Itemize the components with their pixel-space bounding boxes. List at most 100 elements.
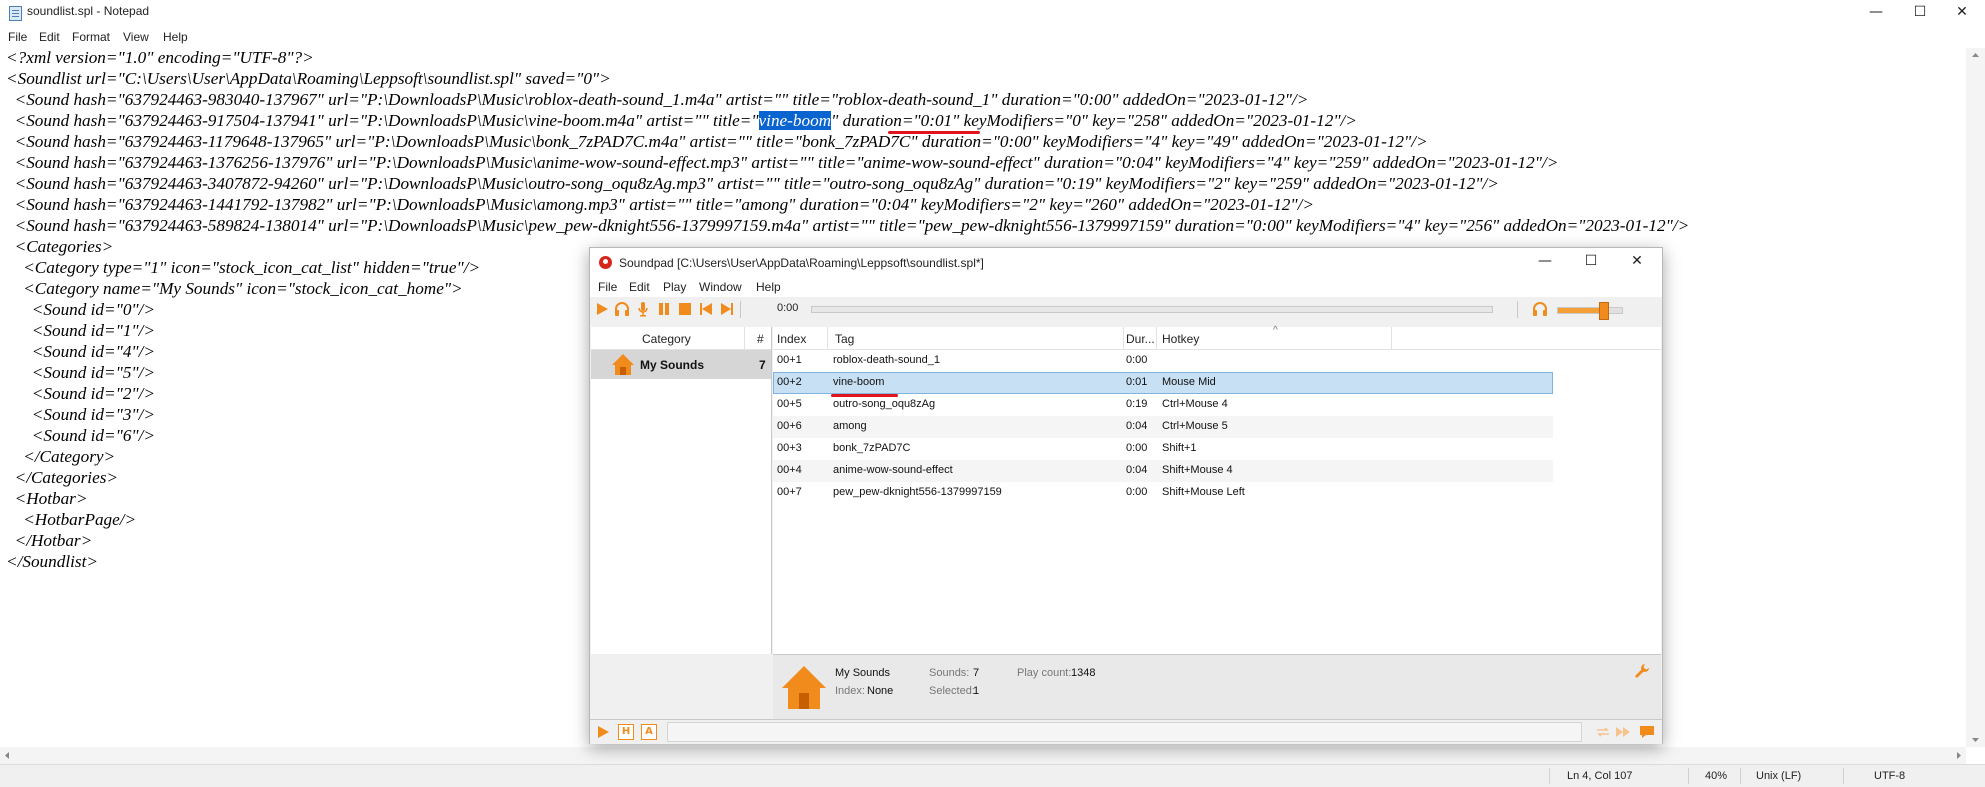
next-icon[interactable] [719,301,735,317]
list-header: Index Tag Dur... Hotkey ^ [773,325,1661,350]
menu-view[interactable]: View [123,30,149,44]
seek-bar[interactable] [811,306,1493,313]
notepad-app-icon [9,6,22,21]
menu-format[interactable]: Format [72,30,110,44]
hscroll-arrows-icon [5,752,1961,759]
sp-menu-window[interactable]: Window [699,280,742,294]
fast-forward-icon[interactable] [1615,724,1631,740]
info-playcount-value: 1348 [1071,667,1096,679]
tag-column-header[interactable]: Tag [835,332,854,346]
hotkey-column-header[interactable]: Hotkey [1162,332,1199,346]
close-button[interactable]: ✕ [1939,0,1985,26]
text-line: <Sound id="6"/> [6,426,156,445]
count-column-header[interactable]: # [757,332,764,346]
category-pane: Category # My Sounds 7 [591,327,772,654]
text-line: <?xml version="1.0" encoding="UTF-8"?> [6,48,314,67]
toolbar-separator [1517,301,1518,318]
text-line: <Sound id="1"/> [6,321,156,340]
menu-edit[interactable]: Edit [39,30,60,44]
volume-headphones-icon[interactable] [1532,301,1548,317]
row-index: 00+6 [777,420,802,432]
row-tag: vine-boom [833,376,885,388]
selected-text[interactable]: vine-boom [758,111,832,130]
row-duration: 0:04 [1126,464,1148,476]
text-line: <Sound hash="637924463-1441792-137982" u… [6,195,1314,214]
table-row[interactable]: 00+6 among 0:04 Ctrl+Mouse 5 [773,416,1553,438]
sp-menu-file[interactable]: File [598,280,617,294]
soundpad-logo-icon [599,256,612,269]
horizontal-scrollbar[interactable] [0,747,1966,764]
table-row-selected[interactable]: 00+2 vine-boom 0:01 Mouse Mid [773,372,1553,394]
text-line: <Sound id="2"/> [6,384,156,403]
text-line: <Sound id="5"/> [6,363,156,382]
minimize-button[interactable]: — [1853,0,1899,26]
sp-menu-help[interactable]: Help [756,280,781,294]
play-icon[interactable] [594,301,610,317]
sp-minimize-button[interactable]: — [1523,250,1567,274]
wrench-icon[interactable] [1634,663,1650,679]
sp-maximize-button[interactable]: ☐ [1569,250,1613,274]
row-hotkey: Ctrl+Mouse 4 [1162,398,1228,410]
bottom-bar: H A [590,719,1662,744]
notepad-titlebar: soundlist.spl - Notepad — ☐ ✕ [0,0,1985,26]
cursor-position: Ln 4, Col 107 [1567,770,1633,782]
text-line: <Categories> [6,237,114,256]
row-tag: among [833,420,867,432]
row-tag: roblox-death-sound_1 [833,354,941,366]
row-duration: 0:04 [1126,420,1148,432]
player-toolbar: 0:00 [590,297,1662,321]
volume-slider[interactable] [1557,302,1623,320]
table-row[interactable]: 00+5 outro-song_oqu8zAg 0:19 Ctrl+Mouse … [773,394,1553,416]
table-row[interactable]: 00+7 pew_pew-dknight556-1379997159 0:00 … [773,482,1553,504]
row-hotkey: Shift+Mouse 4 [1162,464,1233,476]
table-row[interactable]: 00+1 roblox-death-sound_1 0:00 [773,350,1553,372]
vertical-scrollbar[interactable] [1966,48,1985,747]
duration-column-header[interactable]: Dur... [1126,332,1155,346]
zoom-level: 40% [1705,770,1728,782]
maximize-button[interactable]: ☐ [1897,0,1943,26]
status-divider [1549,768,1550,784]
category-column-header[interactable]: Category [642,332,691,346]
line-ending: Unix (LF) [1756,770,1802,782]
row-index: 00+3 [777,442,802,454]
menu-file[interactable]: File [8,30,27,44]
pause-icon[interactable] [656,301,672,317]
status-bar: Ln 4, Col 107 40% Unix (LF) UTF-8 [0,764,1985,787]
hotbar-play-icon[interactable] [595,724,611,740]
sp-menu-play[interactable]: Play [663,280,686,294]
row-hotkey: Ctrl+Mouse 5 [1162,420,1228,432]
chat-icon[interactable] [1639,724,1655,740]
text-line: </Hotbar> [6,531,93,550]
category-item-my-sounds[interactable]: My Sounds 7 [591,350,771,379]
row-tag: anime-wow-sound-effect [833,464,953,476]
row-hotkey: Mouse Mid [1162,376,1216,388]
previous-icon[interactable] [698,301,714,317]
stop-icon[interactable] [677,301,693,317]
text-line: <Sound hash="637924463-983040-137967" ur… [6,90,1309,109]
row-index: 00+2 [777,376,802,388]
microphone-icon[interactable] [635,301,651,317]
row-tag: pew_pew-dknight556-1379997159 [833,486,1002,498]
house-icon [612,354,634,375]
text-line: <HotbarPage/> [6,510,137,529]
text-line: <Sound id="4"/> [6,342,156,361]
table-row[interactable]: 00+3 bonk_7zPAD7C 0:00 Shift+1 [773,438,1553,460]
index-column-header[interactable]: Index [777,332,806,346]
volume-level [1558,308,1603,313]
volume-thumb[interactable] [1599,302,1609,320]
sound-list: Index Tag Dur... Hotkey ^ 00+1 roblox-de… [773,325,1661,654]
menu-help[interactable]: Help [163,30,188,44]
sp-close-button[interactable]: ✕ [1615,250,1659,274]
soundpad-menubar: File Edit Play Window Help [590,277,1662,297]
hotbar-h-button[interactable]: H [618,724,634,740]
repeat-icon[interactable] [1595,724,1611,740]
hotbar-area[interactable] [667,722,1582,742]
sp-menu-edit[interactable]: Edit [629,280,650,294]
table-row[interactable]: 00+4 anime-wow-sound-effect 0:04 Shift+M… [773,460,1553,482]
row-index: 00+7 [777,486,802,498]
text-line-suffix: " duration="0:01" keyModifiers="0" key="… [831,111,1357,130]
hotbar-a-button[interactable]: A [641,724,657,740]
headphones-icon[interactable] [614,301,630,317]
notepad-title: soundlist.spl - Notepad [27,4,150,18]
text-line: </Categories> [6,468,118,487]
